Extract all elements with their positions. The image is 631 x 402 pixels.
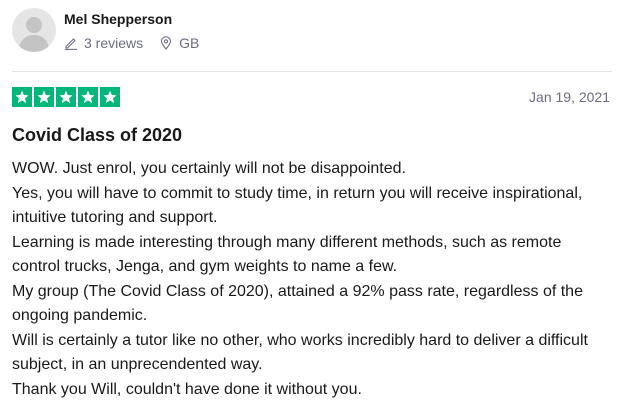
location-pin-icon (161, 36, 172, 50)
review-title[interactable]: Covid Class of 2020 (12, 124, 182, 146)
reviewer-location: GB (159, 35, 199, 51)
review-body: WOW. Just enrol, you certainly will not … (12, 157, 612, 402)
reviewer-header: Mel Shepperson 3 reviews GB (12, 8, 199, 54)
star-icon (34, 87, 54, 107)
review-date: Jan 19, 2021 (529, 89, 610, 105)
avatar-placeholder-icon (18, 17, 50, 52)
review-count-label: 3 reviews (84, 35, 144, 51)
review-paragraph: Yes, you will have to commit to study ti… (12, 184, 583, 227)
review-paragraph: WOW. Just enrol, you certainly will not … (12, 160, 406, 177)
reviewer-name[interactable]: Mel Shepperson (64, 11, 199, 28)
star-icon (12, 87, 32, 107)
divider (12, 71, 612, 72)
star-icon (78, 87, 98, 107)
reviewer-country: GB (179, 35, 200, 51)
star-icon (56, 87, 76, 107)
review-card: Mel Shepperson 3 reviews GB Jan 19, 2021… (0, 0, 631, 402)
reviewer-info: Mel Shepperson 3 reviews GB (64, 8, 199, 51)
reviewer-meta: 3 reviews GB (64, 35, 199, 51)
pencil-icon (65, 38, 77, 50)
review-paragraph: My group (The Covid Class of 2020), atta… (12, 282, 583, 325)
review-paragraph: Thank you Will, couldn't have done it wi… (12, 380, 362, 398)
review-paragraph: Learning is made interesting through man… (12, 233, 562, 276)
star-icon (100, 87, 120, 107)
review-paragraph: Will is certainly a tutor like no other,… (12, 331, 588, 374)
star-rating (12, 87, 120, 107)
avatar[interactable] (12, 8, 56, 52)
review-count: 3 reviews (64, 35, 143, 51)
